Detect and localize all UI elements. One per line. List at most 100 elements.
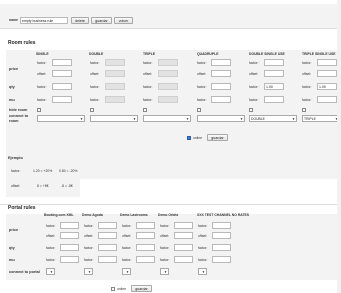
quadruple-factor-input[interactable] <box>211 59 231 66</box>
divider <box>0 204 341 205</box>
booking-mu-input[interactable] <box>60 256 79 263</box>
booking-connect-select[interactable]: ▼ <box>46 268 55 275</box>
agoda-mu-input[interactable] <box>98 256 117 263</box>
factor-label: factor: <box>84 258 94 262</box>
lastrooms-qty-input[interactable] <box>136 244 155 251</box>
tsu-connect-select[interactable]: TRIPLE▼ <box>302 115 340 122</box>
portal-save-button[interactable]: guardar <box>131 285 152 292</box>
quadruple-qty-input[interactable] <box>211 83 231 90</box>
test-channel-factor-input[interactable] <box>212 222 231 229</box>
chevron-down-icon: ▼ <box>50 270 53 274</box>
name-input[interactable]: empty business rule <box>20 17 68 24</box>
quadruple-hide-checkbox[interactable] <box>197 108 201 112</box>
single-hide-checkbox[interactable] <box>37 108 41 112</box>
dsu-qty-input[interactable]: 1.00 <box>264 83 284 90</box>
tsu-qty-input[interactable]: 1.00 <box>317 83 337 90</box>
tsu-mu-input[interactable] <box>317 96 337 103</box>
offset-label: offset: <box>46 234 56 238</box>
triple-hide-checkbox[interactable] <box>143 108 147 112</box>
tsu-factor-input[interactable] <box>317 59 337 66</box>
lastrooms-connect-select[interactable]: ▼ <box>122 268 131 275</box>
dsu-factor-input[interactable] <box>264 59 284 66</box>
offset-label: offset: <box>249 72 259 76</box>
test-channel-offset-input[interactable] <box>212 232 231 239</box>
booking-offset-input[interactable] <box>60 232 79 239</box>
example-offset-b: -8 = -8€ <box>61 184 73 188</box>
tsu-offset-input[interactable] <box>317 70 337 77</box>
example-factor-a-pct: = +20% <box>40 169 53 173</box>
col-header-double-single-use: DOUBLE SINGLE USE <box>249 52 285 56</box>
col-header-quadruple: QUADRUPLE <box>197 52 219 56</box>
col-header-triple: TRIPLE <box>143 52 156 56</box>
agoda-factor-input[interactable] <box>98 222 117 229</box>
factor-label: factor: <box>249 85 259 89</box>
save-button-top[interactable]: guardar <box>91 17 112 24</box>
orbitz-qty-input[interactable] <box>174 244 193 251</box>
orbitz-factor-input[interactable] <box>174 222 193 229</box>
offset-label: offset: <box>302 72 312 76</box>
single-qty-input[interactable] <box>52 83 72 90</box>
triple-qty-input[interactable] <box>158 83 178 90</box>
lastrooms-factor-input[interactable] <box>136 222 155 229</box>
room-save-button[interactable]: guardar <box>207 134 228 141</box>
room-online-checkbox[interactable] <box>187 136 191 140</box>
agoda-qty-input[interactable] <box>98 244 117 251</box>
test-channel-qty-input[interactable] <box>212 244 231 251</box>
factor-label: factor: <box>198 246 208 250</box>
scrollbar[interactable] <box>337 0 341 293</box>
tsu-hide-checkbox[interactable] <box>302 108 306 112</box>
factor-label: factor: <box>90 98 100 102</box>
offset-label: offset: <box>90 72 100 76</box>
single-offset-input[interactable] <box>52 70 72 77</box>
quadruple-offset-input[interactable] <box>211 70 231 77</box>
triple-offset-input[interactable] <box>158 70 178 77</box>
double-factor-input[interactable] <box>105 59 125 66</box>
triple-factor-input[interactable] <box>158 59 178 66</box>
row-label-hide-room: hide room <box>9 108 28 112</box>
factor-label: factor: <box>249 61 259 65</box>
dsu-offset-input[interactable] <box>264 70 284 77</box>
factor-label: factor: <box>198 224 208 228</box>
orbitz-offset-input[interactable] <box>174 232 193 239</box>
test-channel-connect-select[interactable]: ▼ <box>198 268 207 275</box>
booking-factor-input[interactable] <box>60 222 79 229</box>
agoda-connect-select[interactable]: ▼ <box>84 268 93 275</box>
dsu-connect-select[interactable]: DOUBLE ▼ <box>249 115 297 122</box>
portal-online-checkbox[interactable] <box>111 287 115 291</box>
chevron-down-icon: ▼ <box>80 117 83 121</box>
dsu-mu-input[interactable] <box>264 96 284 103</box>
lastrooms-offset-input[interactable] <box>136 232 155 239</box>
back-button[interactable]: volver <box>114 17 133 24</box>
single-connect-select[interactable]: ▼ <box>37 115 85 122</box>
dsu-hide-checkbox[interactable] <box>249 108 253 112</box>
chevron-down-icon: ▼ <box>164 270 167 274</box>
orbitz-connect-select[interactable]: ▼ <box>160 268 169 275</box>
lastrooms-mu-input[interactable] <box>136 256 155 263</box>
triple-connect-select[interactable]: ▼ <box>143 115 191 122</box>
double-hide-checkbox[interactable] <box>90 108 94 112</box>
offset-label: offset: <box>84 234 94 238</box>
double-mu-input[interactable] <box>105 96 125 103</box>
row-label-mu: mu <box>9 98 15 102</box>
factor-label: factor: <box>197 61 207 65</box>
factor-label: factor: <box>90 85 100 89</box>
single-mu-input[interactable] <box>52 96 72 103</box>
factor-label: factor: <box>37 61 47 65</box>
booking-qty-input[interactable] <box>60 244 79 251</box>
single-factor-input[interactable] <box>52 59 72 66</box>
double-connect-select[interactable]: ▼ <box>90 115 138 122</box>
agoda-offset-input[interactable] <box>98 232 117 239</box>
delete-button[interactable]: delete <box>71 17 89 24</box>
quadruple-connect-select[interactable]: ▼ <box>197 115 245 122</box>
double-offset-input[interactable] <box>105 70 125 77</box>
quadruple-mu-input[interactable] <box>211 96 231 103</box>
example-factor-b-value: 0.80 <box>59 169 66 173</box>
example-factor-a-value: 1.20 <box>33 169 40 173</box>
double-qty-input[interactable] <box>105 83 125 90</box>
test-channel-mu-input[interactable] <box>212 256 231 263</box>
orbitz-mu-input[interactable] <box>174 256 193 263</box>
factor-label: factor: <box>302 85 312 89</box>
triple-mu-input[interactable] <box>158 96 178 103</box>
row-label-connect-to-room: connect to room <box>9 114 33 124</box>
offset-label: offset: <box>198 234 208 238</box>
